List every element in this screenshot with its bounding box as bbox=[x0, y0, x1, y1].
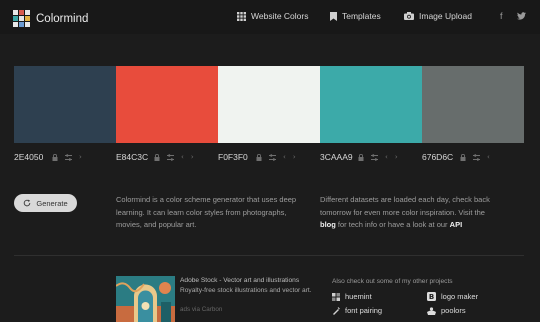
swatch-3[interactable] bbox=[218, 66, 320, 143]
nav-website-colors-label: Website Colors bbox=[251, 11, 309, 21]
logo-cell bbox=[13, 16, 18, 21]
grid-icon bbox=[237, 11, 246, 21]
swatch-controls: ‹ bbox=[460, 153, 490, 161]
project-logo-maker[interactable]: B logo maker bbox=[427, 292, 478, 301]
logo-cell bbox=[13, 10, 18, 15]
arrow-right-icon[interactable]: › bbox=[79, 153, 82, 161]
arrow-left-icon[interactable]: ‹ bbox=[487, 153, 490, 161]
project-font-pairing[interactable]: font pairing bbox=[332, 306, 382, 315]
swatch-controls: ‹ › bbox=[154, 153, 194, 161]
project-poolors-label: poolors bbox=[441, 306, 466, 315]
logo[interactable]: Colormind bbox=[13, 10, 88, 27]
lock-icon[interactable] bbox=[358, 153, 364, 161]
other-projects-title: Also check out some of my other projects bbox=[332, 278, 453, 285]
description-right-text-1: Different datasets are loaded each day, … bbox=[320, 195, 490, 217]
bookmark-icon bbox=[330, 11, 337, 21]
facebook-icon[interactable]: f bbox=[500, 11, 503, 21]
swatch-meta-1: 2E4050 › bbox=[14, 152, 82, 162]
description-right-text-2: for tech info or have a look at our bbox=[335, 220, 450, 229]
project-huemint-label: huemint bbox=[345, 292, 372, 301]
camera-icon bbox=[404, 12, 414, 20]
poolors-icon bbox=[427, 306, 436, 315]
arrow-right-icon[interactable]: › bbox=[293, 153, 296, 161]
sliders-icon[interactable] bbox=[371, 153, 378, 161]
arrow-left-icon[interactable]: ‹ bbox=[385, 153, 388, 161]
generate-label: Generate bbox=[36, 198, 68, 208]
swatch-meta-5: 676D6C ‹ bbox=[422, 152, 490, 162]
sliders-icon[interactable] bbox=[65, 153, 72, 161]
logo-cell bbox=[25, 16, 30, 21]
generate-button[interactable]: Generate bbox=[14, 194, 77, 212]
top-bar: Colormind Website Colors Templates Image… bbox=[0, 0, 540, 34]
color-palette bbox=[14, 66, 524, 143]
swatch-controls: › bbox=[52, 153, 82, 161]
swatch-2[interactable] bbox=[116, 66, 218, 143]
logo-cell bbox=[19, 16, 24, 21]
logo-grid-icon bbox=[13, 10, 30, 27]
nav-templates[interactable]: Templates bbox=[330, 11, 381, 21]
font-pairing-icon bbox=[333, 306, 340, 315]
logo-cell bbox=[19, 22, 24, 27]
project-huemint[interactable]: huemint bbox=[332, 292, 372, 301]
logo-maker-icon: B bbox=[427, 292, 436, 301]
arrow-right-icon[interactable]: › bbox=[395, 153, 398, 161]
project-font-pairing-label: font pairing bbox=[345, 306, 383, 315]
api-link[interactable]: API bbox=[450, 220, 463, 229]
sliders-icon[interactable] bbox=[167, 153, 174, 161]
swatch-1[interactable] bbox=[14, 66, 116, 143]
swatch-meta-2: E84C3C ‹ › bbox=[116, 152, 194, 162]
nav-image-upload[interactable]: Image Upload bbox=[404, 11, 472, 21]
hex-code[interactable]: 676D6C bbox=[422, 152, 458, 162]
section-divider bbox=[14, 255, 524, 256]
hex-code[interactable]: F0F3F0 bbox=[218, 152, 254, 162]
svg-text:B: B bbox=[429, 293, 434, 301]
description-left: Colormind is a color scheme generator th… bbox=[116, 195, 297, 229]
swatch-5[interactable] bbox=[422, 66, 524, 143]
ad-via-carbon[interactable]: ads via Carbon bbox=[180, 306, 222, 313]
swatch-4[interactable] bbox=[320, 66, 422, 143]
blog-link[interactable]: blog bbox=[320, 220, 336, 229]
nav-website-colors[interactable]: Website Colors bbox=[237, 11, 308, 21]
nav-image-upload-label: Image Upload bbox=[419, 11, 472, 21]
ad-title[interactable]: Adobe Stock - Vector art and illustratio… bbox=[180, 276, 310, 286]
twitter-icon[interactable] bbox=[517, 12, 526, 20]
swatch-meta-3: F0F3F0 ‹ › bbox=[218, 152, 296, 162]
swatch-controls: ‹ › bbox=[358, 153, 398, 161]
lock-icon[interactable] bbox=[256, 153, 262, 161]
logo-cell bbox=[13, 22, 18, 27]
logo-cell bbox=[19, 10, 24, 15]
arrow-right-icon[interactable]: › bbox=[191, 153, 194, 161]
arrow-left-icon[interactable]: ‹ bbox=[181, 153, 184, 161]
logo-text: Colormind bbox=[36, 12, 89, 25]
lock-icon[interactable] bbox=[52, 153, 58, 161]
project-logo-maker-label: logo maker bbox=[441, 292, 479, 301]
lock-icon[interactable] bbox=[460, 153, 466, 161]
description-right: Different datasets are loaded each day, … bbox=[320, 194, 496, 232]
huemint-icon bbox=[332, 292, 340, 301]
ad-body: Royalty-free stock illustrations and vec… bbox=[180, 287, 312, 294]
hex-code[interactable]: 3CAAA9 bbox=[320, 152, 356, 162]
refresh-icon bbox=[24, 199, 31, 207]
lock-icon[interactable] bbox=[154, 153, 160, 161]
project-poolors[interactable]: poolors bbox=[427, 306, 466, 315]
logo-cell bbox=[25, 10, 30, 15]
sliders-icon[interactable] bbox=[473, 153, 480, 161]
swatch-meta-4: 3CAAA9 ‹ › bbox=[320, 152, 398, 162]
logo-cell bbox=[25, 22, 30, 27]
hex-code[interactable]: 2E4050 bbox=[14, 152, 50, 162]
ad-image[interactable] bbox=[116, 276, 175, 322]
nav-templates-label: Templates bbox=[342, 11, 381, 21]
sliders-icon[interactable] bbox=[269, 153, 276, 161]
arrow-left-icon[interactable]: ‹ bbox=[283, 153, 286, 161]
swatch-controls: ‹ › bbox=[256, 153, 296, 161]
hex-code[interactable]: E84C3C bbox=[116, 152, 152, 162]
